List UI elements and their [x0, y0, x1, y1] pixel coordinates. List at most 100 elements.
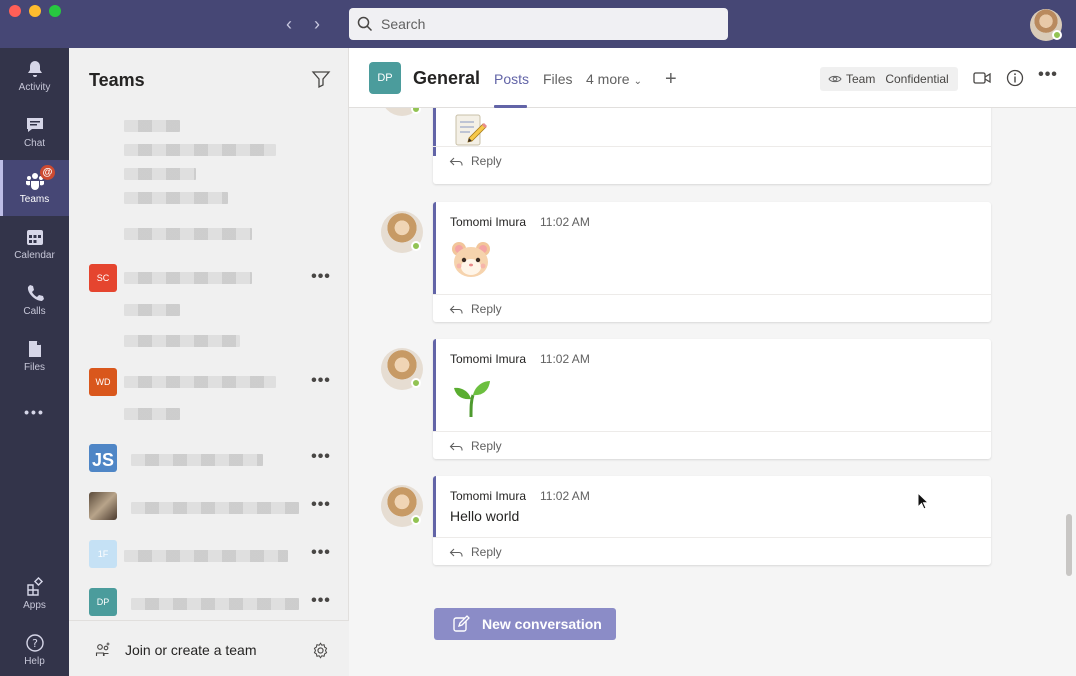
author-avatar[interactable]	[381, 211, 423, 253]
tab-files[interactable]: Files	[543, 71, 573, 87]
more-icon: •••	[24, 404, 45, 420]
mention-badge: @	[40, 165, 55, 180]
message-card: Tomomi Imura 11:02 AM Hello world Reply	[433, 476, 991, 565]
channel-team-avatar: DP	[369, 62, 401, 94]
author-avatar[interactable]	[381, 348, 423, 390]
feed-scrollbar[interactable]	[1066, 514, 1072, 576]
tab-more-dropdown[interactable]: 4 more ⌄	[586, 71, 642, 87]
presence-available-icon	[411, 378, 421, 388]
reply-button[interactable]: Reply	[433, 537, 991, 565]
search-icon	[357, 16, 373, 32]
rail-label: Help	[24, 656, 45, 667]
reply-button[interactable]: Reply	[433, 294, 991, 322]
rail-label: Chat	[23, 138, 46, 149]
channel-header: DP General Posts Files 4 more ⌄ + Team Co…	[349, 48, 1076, 108]
filter-icon[interactable]	[311, 69, 331, 89]
blurred-channel-name[interactable]	[124, 120, 180, 132]
blurred-channel-name[interactable]	[124, 144, 276, 156]
reply-arrow-icon	[449, 157, 463, 165]
rail-item-teams[interactable]: @ Teams	[0, 160, 69, 216]
blurred-team-name[interactable]	[124, 376, 276, 388]
presence-available-icon	[411, 241, 421, 251]
blurred-team-name[interactable]	[124, 272, 252, 284]
rail-label: Apps	[23, 600, 46, 611]
team-avatar[interactable]: SC	[89, 264, 117, 292]
meet-now-video-icon[interactable]	[972, 68, 992, 88]
panel-footer: Join or create a team	[69, 620, 349, 676]
info-icon[interactable]	[1005, 68, 1025, 88]
rail-item-activity[interactable]: Activity	[0, 48, 69, 104]
rail-label: Calls	[23, 306, 46, 317]
title-bar: ‹ ›	[0, 0, 1076, 48]
rail-item-calls[interactable]: Calls	[0, 272, 69, 328]
tab-posts[interactable]: Posts	[494, 71, 529, 87]
message-author[interactable]: Tomomi Imura	[450, 352, 526, 366]
rail-item-files[interactable]: Files	[0, 328, 69, 384]
gear-icon[interactable]	[312, 642, 329, 659]
author-avatar[interactable]	[381, 108, 423, 116]
team-more-options[interactable]: •••	[307, 545, 335, 566]
team-avatar[interactable]: DP	[89, 588, 117, 616]
blurred-team-name[interactable]	[131, 454, 263, 466]
rail-item-help[interactable]: ? Help	[0, 622, 69, 676]
team-more-options[interactable]: •••	[307, 269, 335, 290]
zoom-window-button[interactable]	[49, 5, 61, 17]
blurred-team-name[interactable]	[124, 550, 288, 562]
rail-item-calendar[interactable]: Calendar	[0, 216, 69, 272]
message-card: Tomomi Imura 11:02 AM Reply	[433, 339, 991, 459]
team-more-options[interactable]: •••	[307, 373, 335, 394]
blurred-channel-name[interactable]	[124, 168, 196, 180]
author-avatar[interactable]	[381, 485, 423, 527]
channel-title: General	[413, 68, 481, 88]
rail-more-apps[interactable]: •••	[0, 384, 69, 440]
rail-item-apps[interactable]: Apps	[0, 566, 69, 622]
eye-icon	[828, 75, 842, 83]
close-window-button[interactable]	[9, 5, 21, 17]
team-avatar[interactable]: 1F	[89, 540, 117, 568]
team-more-options[interactable]: •••	[307, 497, 335, 518]
team-more-options[interactable]: •••	[307, 593, 335, 614]
rail-label: Calendar	[14, 250, 55, 261]
back-arrow-icon[interactable]: ‹	[277, 12, 301, 36]
blurred-channel-name[interactable]	[124, 335, 240, 347]
blurred-team-name[interactable]	[131, 502, 299, 514]
forward-arrow-icon[interactable]: ›	[305, 12, 329, 36]
team-more-options[interactable]: •••	[307, 449, 335, 470]
new-conversation-button[interactable]: New conversation	[434, 608, 616, 640]
blurred-channel-name[interactable]	[124, 228, 252, 240]
reply-label: Reply	[471, 153, 502, 168]
reply-label: Reply	[471, 301, 502, 316]
rail-label: Teams	[19, 194, 50, 205]
search-input[interactable]	[381, 16, 701, 32]
team-avatar[interactable]	[89, 492, 117, 520]
blurred-channel-name[interactable]	[124, 304, 180, 316]
join-or-create-team-link[interactable]: Join or create a team	[125, 642, 257, 658]
blurred-team-name[interactable]	[131, 598, 299, 610]
minimize-window-button[interactable]	[29, 5, 41, 17]
sensitivity-label[interactable]: Team Confidential	[820, 67, 958, 91]
sensitivity-value: Confidential	[885, 72, 949, 86]
blurred-channel-name[interactable]	[124, 192, 228, 204]
conversation-feed: Reply Tomomi Imura 11:02 AM Reply Tomomi…	[349, 108, 1065, 676]
bell-icon	[27, 61, 42, 77]
profile-avatar[interactable]	[1030, 9, 1062, 41]
reply-arrow-icon	[449, 442, 463, 450]
blurred-channel-name[interactable]	[124, 408, 180, 420]
channel-more-options[interactable]: •••	[1038, 67, 1058, 88]
reply-button[interactable]: Reply	[433, 146, 991, 174]
presence-available-icon	[411, 515, 421, 525]
file-icon	[28, 341, 41, 357]
team-avatar[interactable]: JS	[89, 444, 117, 472]
message-author[interactable]: Tomomi Imura	[450, 489, 526, 503]
team-avatar[interactable]: WD	[89, 368, 117, 396]
search-box[interactable]	[349, 8, 728, 40]
reply-label: Reply	[471, 544, 502, 559]
reply-button[interactable]: Reply	[433, 431, 991, 459]
message-card: Reply	[433, 108, 991, 184]
message-author[interactable]: Tomomi Imura	[450, 215, 526, 229]
apps-icon	[26, 577, 43, 596]
sensitivity-scope: Team	[846, 72, 876, 86]
add-tab-button[interactable]: +	[665, 68, 677, 91]
rail-item-chat[interactable]: Chat	[0, 104, 69, 160]
message-body: Tomomi Imura 11:02 AM Hello world	[433, 476, 991, 537]
